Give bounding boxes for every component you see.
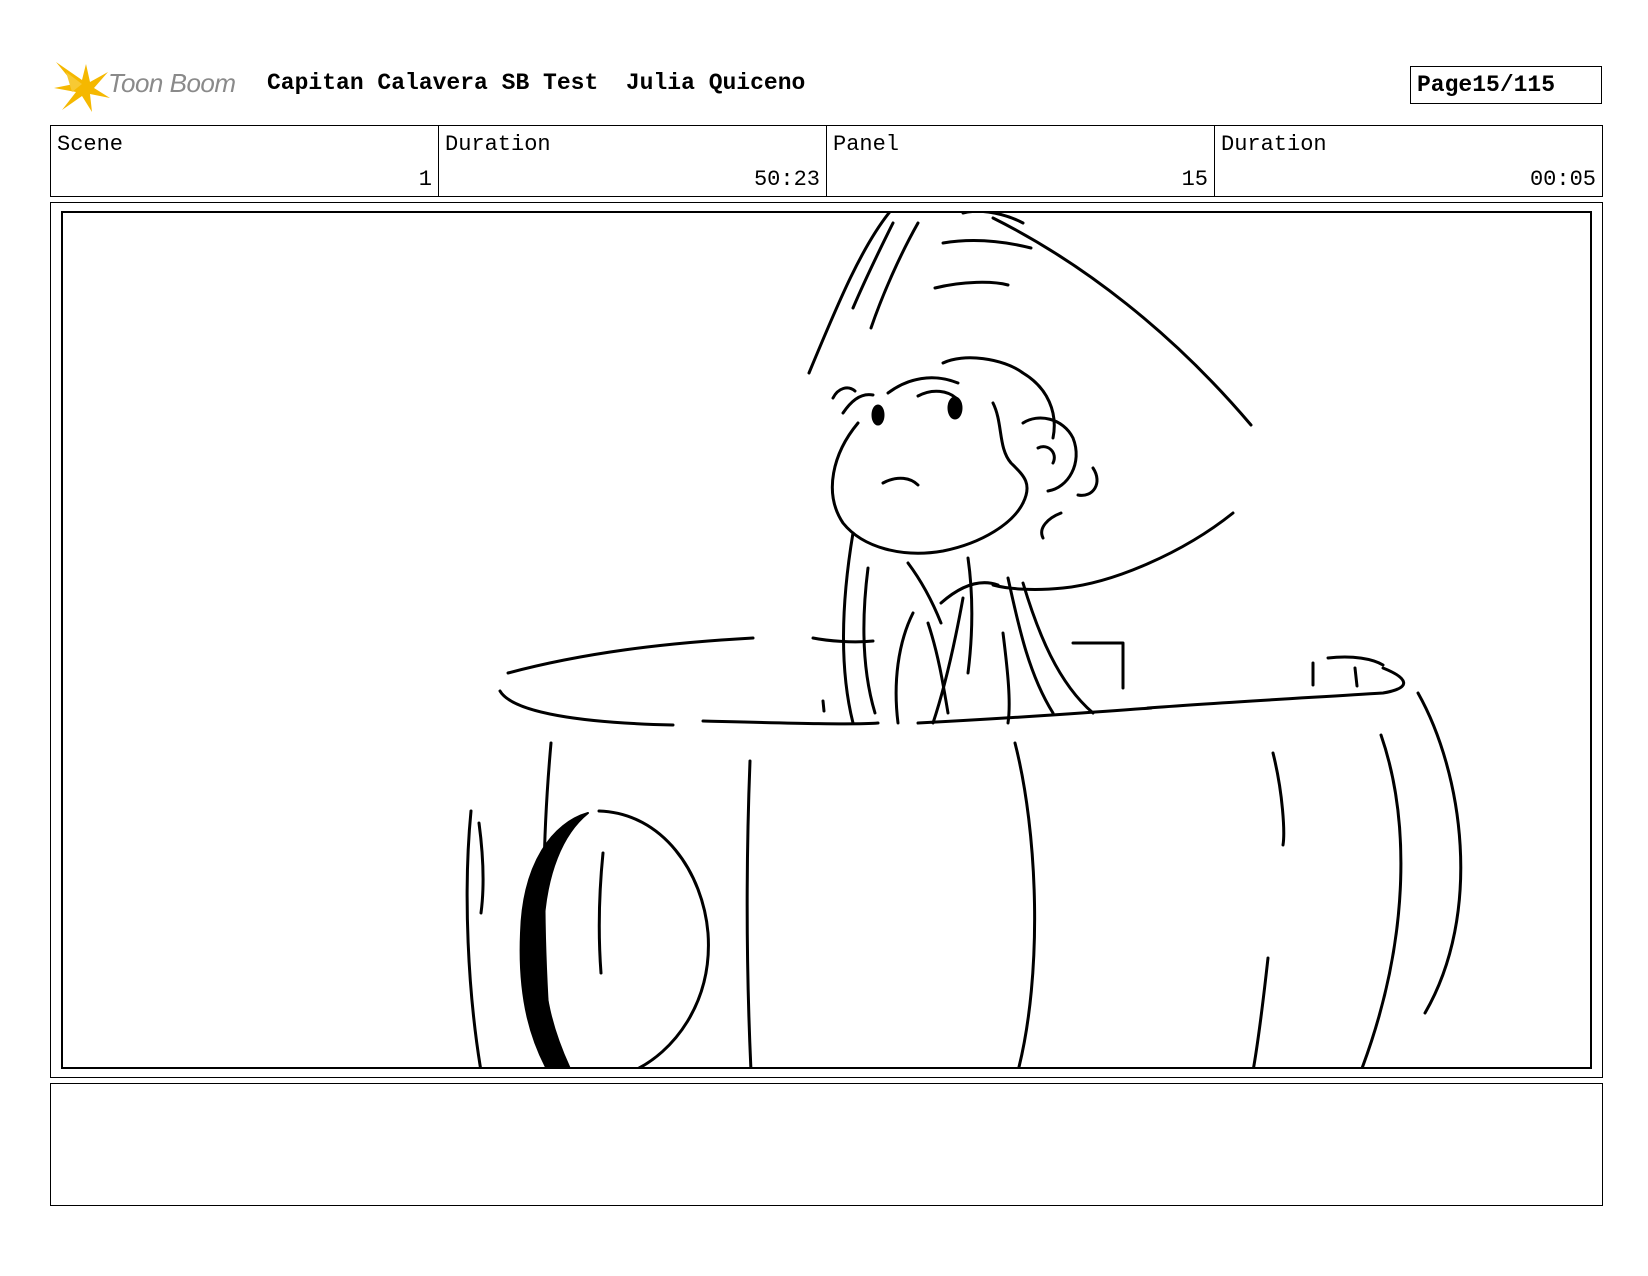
page-number: 15/115 — [1472, 72, 1556, 98]
barrel-body-sketch — [465, 691, 1463, 1067]
panel-duration-label: Duration — [1221, 132, 1327, 157]
panel-value: 15 — [1181, 167, 1208, 192]
panel-drawing-area — [61, 211, 1592, 1069]
scene-value: 1 — [418, 167, 432, 192]
panel-label: Panel — [833, 132, 900, 157]
project-title: Capitan Calavera SB Test — [267, 70, 599, 96]
panel-duration-cell: Duration 00:05 — [1215, 126, 1602, 196]
character-body-sketch — [842, 531, 1125, 725]
author-name: Julia Quiceno — [625, 70, 806, 96]
eye-right-sketch — [947, 396, 963, 420]
panel-cell: Panel 15 — [827, 126, 1215, 196]
storyboard-sketch — [465, 213, 1463, 1067]
page-label: Page — [1417, 72, 1473, 98]
logo-text: Toon Boom — [108, 68, 236, 98]
character-head-sketch — [830, 356, 1099, 555]
panel-duration-value: 00:05 — [1529, 167, 1596, 192]
info-row: Scene 1 Duration 50:23 Panel 15 Duration… — [50, 125, 1603, 197]
page-indicator: Page 15/115 — [1410, 66, 1602, 104]
eye-left-sketch — [871, 404, 885, 426]
scene-cell: Scene 1 — [51, 126, 439, 196]
scene-label: Scene — [57, 132, 124, 157]
barrel-hole-shadow — [519, 812, 589, 1067]
panel-frame — [50, 202, 1603, 1078]
scene-duration-cell: Duration 50:23 — [439, 126, 827, 196]
storyboard-title: Capitan Calavera SB Test Julia Quiceno — [267, 70, 805, 96]
starburst-icon — [54, 62, 110, 112]
panel-notes — [50, 1083, 1603, 1206]
scene-duration-value: 50:23 — [753, 167, 820, 192]
hat-sketch — [807, 213, 1253, 591]
scene-duration-label: Duration — [445, 132, 551, 157]
